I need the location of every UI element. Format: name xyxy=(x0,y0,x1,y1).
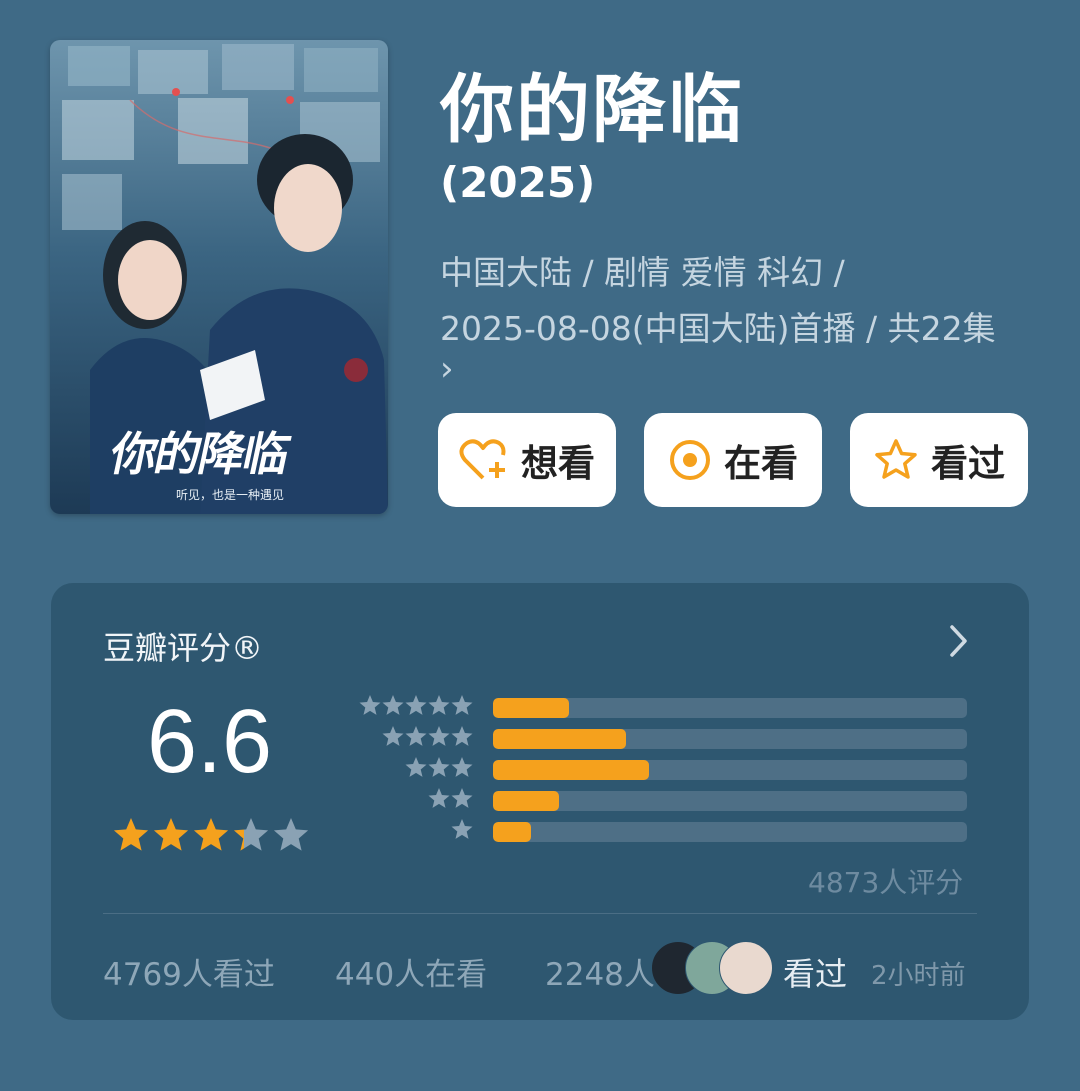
rating-card-title: 豆瓣评分® xyxy=(103,629,264,667)
chevron-right-icon[interactable] xyxy=(948,623,970,659)
watching-count[interactable]: 440人在看 xyxy=(335,949,487,994)
distribution-bar-track xyxy=(493,698,967,718)
star-icon xyxy=(382,695,404,715)
distribution-stars-5 xyxy=(359,695,473,715)
meta-release: 2025-08-08(中国大陆)首播 / 共22集 xyxy=(440,309,996,348)
distribution-stars-3 xyxy=(405,757,473,777)
rating-star-icon xyxy=(233,818,269,851)
star-icon xyxy=(451,726,473,746)
rating-score: 6.6 xyxy=(147,692,273,792)
want-to-watch-button[interactable]: 想看 xyxy=(438,413,616,507)
distribution-bar-track xyxy=(493,729,967,749)
distribution-bar-fill-2-star xyxy=(493,791,560,811)
friend-status: 看过 xyxy=(783,955,848,993)
heart-plus-icon xyxy=(459,439,506,480)
star-icon xyxy=(451,695,473,715)
star-icon xyxy=(428,726,450,746)
star-icon xyxy=(451,819,473,839)
distribution-row-3-star xyxy=(356,757,1016,780)
distribution-bar-fill-3-star xyxy=(493,760,650,780)
avatar xyxy=(719,941,773,995)
star-icon xyxy=(451,757,473,777)
star-icon xyxy=(428,757,450,777)
friend-time: 2小时前 xyxy=(871,961,966,991)
distribution-bar-track xyxy=(493,822,967,842)
want-to-watch-label: 想看 xyxy=(521,442,595,485)
star-icon xyxy=(428,695,450,715)
average-stars xyxy=(113,817,313,859)
watched-button[interactable]: 看过 xyxy=(850,413,1028,507)
star-icon xyxy=(405,757,427,777)
star-icon xyxy=(405,726,427,746)
rating-star-icon xyxy=(193,818,229,851)
watched-label: 看过 xyxy=(931,442,1005,485)
rating-star-icon xyxy=(153,818,189,851)
average-stars-svg xyxy=(113,818,309,851)
star-icon xyxy=(428,788,450,808)
rating-count: 4873人评分 xyxy=(808,866,964,899)
target-icon xyxy=(670,440,710,480)
distribution-bar-fill-1-star xyxy=(493,822,531,842)
star-icon xyxy=(451,788,473,808)
meta-genres: 中国大陆 / 剧情 爱情 科幻 / xyxy=(440,253,845,292)
distribution-row-4-star xyxy=(356,726,1016,749)
poster-tagline: 听见，也是一种遇见 xyxy=(176,488,285,502)
rating-star-icon xyxy=(113,818,149,851)
distribution-stars-1 xyxy=(451,819,473,839)
distribution-bar-fill-5-star xyxy=(493,698,569,718)
star-icon xyxy=(405,695,427,715)
distribution-row-2-star xyxy=(356,788,1016,811)
page-title: 你的降临 xyxy=(440,67,744,153)
distribution-bar-track xyxy=(493,760,967,780)
divider xyxy=(103,913,977,914)
release-year: (2025) xyxy=(440,158,596,207)
watching-label: 在看 xyxy=(724,442,798,485)
friend-avatars[interactable] xyxy=(651,941,773,995)
star-outline-icon xyxy=(875,439,917,479)
watching-button[interactable]: 在看 xyxy=(644,413,822,507)
distribution-row-1-star xyxy=(356,819,1016,842)
distribution-stars-4 xyxy=(382,726,473,746)
movie-meta[interactable]: 中国大陆 / 剧情 爱情 科幻 / 2025-08-08(中国大陆)首播 / 共… xyxy=(440,245,1040,389)
want-count[interactable]: 2248人 xyxy=(545,949,655,994)
distribution-stars-2 xyxy=(428,788,473,808)
rating-card[interactable]: 豆瓣评分® 6.6 4873人评分 4769人看过 440人在看 2248人 看… xyxy=(51,583,1029,1020)
distribution-bar-fill-4-star xyxy=(493,729,626,749)
rating-star-icon xyxy=(273,818,309,851)
star-icon xyxy=(382,726,404,746)
distribution-bar-track xyxy=(493,791,967,811)
poster-title: 你的降临 xyxy=(105,427,294,481)
poster-image[interactable]: 你的降临 听见，也是一种遇见 xyxy=(50,40,388,514)
distribution-row-5-star xyxy=(356,695,1016,718)
watched-count[interactable]: 4769人看过 xyxy=(103,949,275,994)
star-icon xyxy=(359,695,381,715)
